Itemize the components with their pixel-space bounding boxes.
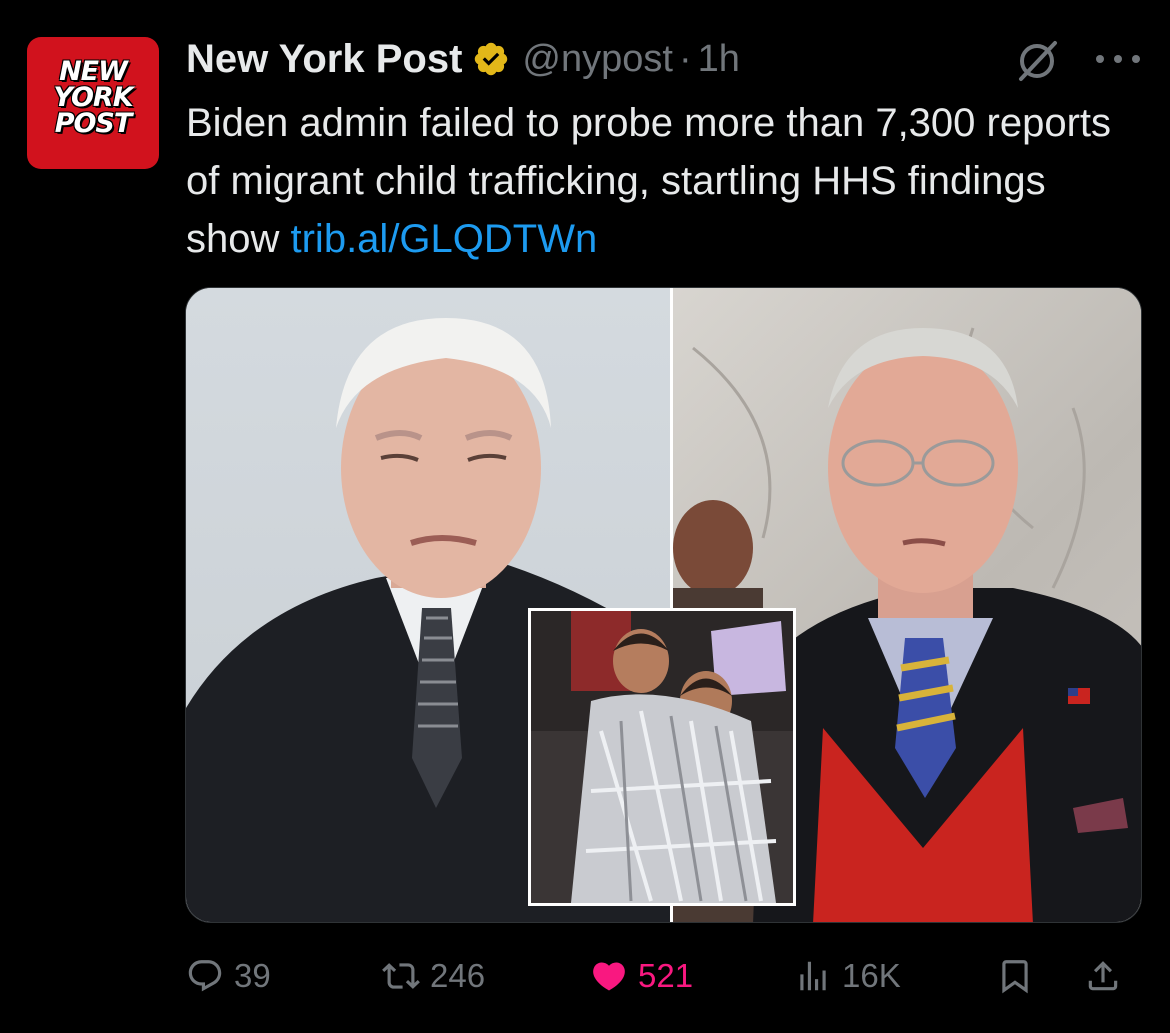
avatar-logo: NEW YORK POST bbox=[27, 58, 159, 139]
tweet-link[interactable]: trib.al/GLQDTWn bbox=[291, 217, 598, 261]
tweet-media[interactable] bbox=[185, 287, 1142, 923]
heart-icon bbox=[593, 962, 625, 991]
more-dots-icon[interactable] bbox=[1092, 44, 1144, 74]
like-count: 521 bbox=[638, 957, 694, 994]
reply-button[interactable]: 39 bbox=[186, 948, 271, 1004]
timestamp[interactable]: 1h bbox=[698, 38, 740, 81]
views-count: 16K bbox=[842, 957, 901, 994]
reply-icon bbox=[188, 960, 222, 992]
bookmark-button[interactable] bbox=[996, 948, 1034, 1004]
repost-button[interactable]: 246 bbox=[382, 948, 485, 1004]
repost-count: 246 bbox=[430, 957, 486, 994]
like-button[interactable]: 521 bbox=[590, 948, 693, 1004]
grok-icon[interactable] bbox=[1014, 38, 1060, 84]
repost-icon bbox=[382, 963, 420, 989]
handle[interactable]: @nypost bbox=[522, 38, 673, 81]
share-button[interactable] bbox=[1084, 948, 1122, 1004]
avatar[interactable]: NEW YORK POST bbox=[27, 37, 159, 169]
action-bar: 39 246 521 16K bbox=[186, 948, 1146, 1004]
photo-inset bbox=[528, 608, 796, 906]
tweet-header: New York Post @nypost · 1h bbox=[186, 34, 740, 84]
tweet-card[interactable]: NEW YORK POST New York Post @nypost · 1h… bbox=[0, 0, 1170, 1033]
tweet-text: Biden admin failed to probe more than 7,… bbox=[186, 94, 1136, 268]
avatar-logo-line: POST bbox=[54, 108, 133, 139]
share-icon bbox=[1088, 961, 1118, 991]
bookmark-icon bbox=[1002, 960, 1028, 994]
reply-count: 39 bbox=[234, 957, 271, 994]
views-icon bbox=[800, 961, 826, 991]
verified-badge-icon[interactable] bbox=[472, 40, 510, 78]
views-button[interactable]: 16K bbox=[794, 948, 901, 1004]
separator-dot: · bbox=[678, 37, 692, 80]
display-name[interactable]: New York Post bbox=[186, 37, 462, 82]
